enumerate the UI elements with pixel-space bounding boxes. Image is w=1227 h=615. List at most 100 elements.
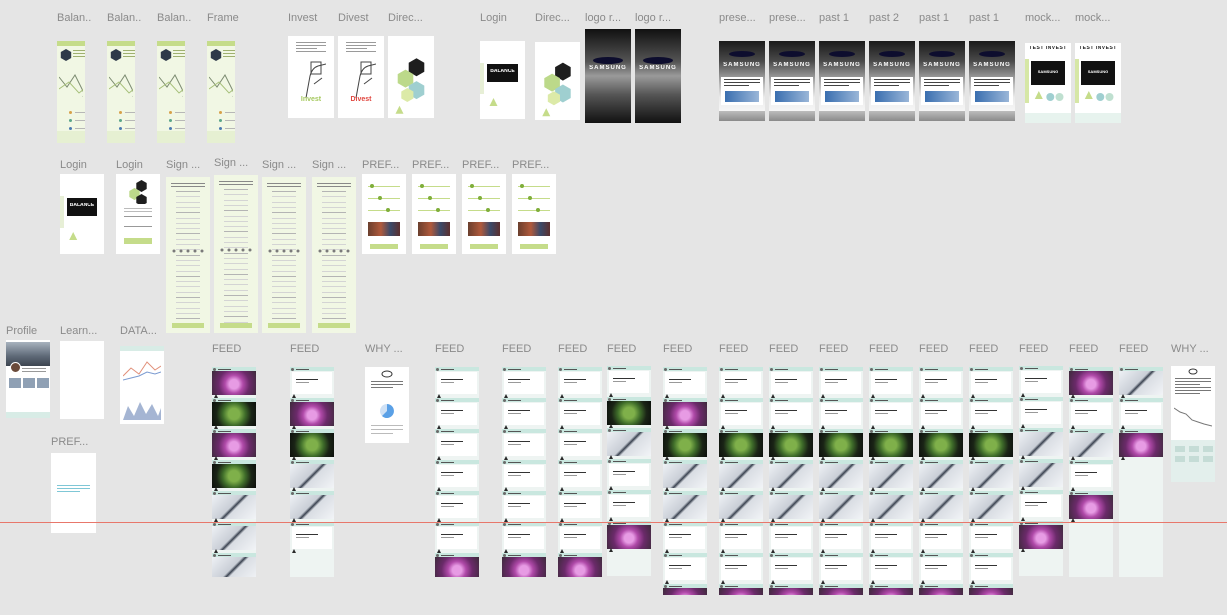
artboard-pref[interactable]: [462, 174, 506, 254]
frame-title[interactable]: prese...: [719, 12, 771, 24]
artboard-blank[interactable]: [60, 341, 104, 419]
artboard-why-chart[interactable]: [1171, 366, 1215, 482]
frame-title[interactable]: Direc...: [388, 12, 440, 24]
artboard-feed[interactable]: [719, 367, 763, 595]
artboard-feed[interactable]: [435, 367, 479, 577]
artboard-feed[interactable]: [769, 367, 813, 595]
frame-title[interactable]: PREF...: [512, 159, 562, 171]
frame-title[interactable]: Sign ...: [312, 159, 362, 171]
frame-title[interactable]: Sign ...: [214, 157, 264, 169]
frame-title[interactable]: Learn...: [60, 325, 110, 337]
artboard-profile[interactable]: [6, 340, 50, 418]
artboard-direction[interactable]: [535, 42, 580, 120]
artboard-feed[interactable]: [919, 367, 963, 595]
artboard-why[interactable]: [365, 367, 409, 443]
artboard-feed[interactable]: [663, 367, 707, 595]
frame-title[interactable]: Profile: [6, 325, 56, 337]
artboard-feed[interactable]: [212, 367, 256, 577]
frame-title[interactable]: WHY ...: [365, 343, 415, 355]
artboard-signup[interactable]: [262, 177, 306, 333]
frame-title[interactable]: PREF...: [51, 436, 102, 448]
frame-title[interactable]: FEED: [869, 343, 919, 355]
frame-title[interactable]: FEED: [719, 343, 769, 355]
frame-title[interactable]: Direc...: [535, 12, 586, 24]
artboard-signup[interactable]: [166, 177, 210, 333]
frame-title[interactable]: FEED: [819, 343, 869, 355]
frame-title[interactable]: Login: [480, 12, 531, 24]
artboard-pres[interactable]: SAMSUNG: [769, 41, 815, 121]
frame-title[interactable]: FEED: [1069, 343, 1119, 355]
artboard-feed[interactable]: [969, 367, 1013, 595]
frame-title[interactable]: FEED: [212, 343, 262, 355]
artboard-pres[interactable]: SAMSUNG: [869, 41, 915, 121]
frame-title[interactable]: WHY ...: [1171, 343, 1221, 355]
frame-title[interactable]: logo r...: [585, 12, 637, 24]
artboard-pres[interactable]: SAMSUNG: [719, 41, 765, 121]
frame-title[interactable]: FEED: [558, 343, 608, 355]
frame-title[interactable]: Divest: [338, 12, 390, 24]
frame-title[interactable]: past 2: [869, 12, 921, 24]
frame-title[interactable]: Sign ...: [166, 159, 216, 171]
artboard-pres[interactable]: SAMSUNG: [919, 41, 965, 121]
artboard-pref[interactable]: [412, 174, 456, 254]
artboard-feed[interactable]: [819, 367, 863, 595]
frame-title[interactable]: Balan...: [157, 12, 191, 24]
frame-title[interactable]: Balan...: [57, 12, 91, 24]
artboard-balance[interactable]: [157, 41, 185, 143]
artboard-balance[interactable]: [207, 41, 235, 143]
frame-title[interactable]: past 1: [819, 12, 871, 24]
frame-title[interactable]: Invest: [288, 12, 340, 24]
frame-title[interactable]: mock...: [1025, 12, 1077, 24]
frame-title[interactable]: FEED: [607, 343, 657, 355]
frame-title[interactable]: FEED: [1019, 343, 1069, 355]
frame-title[interactable]: past 1: [969, 12, 1021, 24]
frame-title[interactable]: FEED: [1119, 343, 1169, 355]
frame-title[interactable]: FEED: [919, 343, 969, 355]
artboard-feed[interactable]: [290, 367, 334, 577]
artboard-pres[interactable]: SAMSUNG: [969, 41, 1015, 121]
frame-title[interactable]: Frame: [207, 12, 241, 24]
frame-title[interactable]: DATA...: [120, 325, 170, 337]
artboard-mock[interactable]: TEST INVEST SAMSUNG: [1025, 43, 1071, 123]
frame-title[interactable]: FEED: [969, 343, 1019, 355]
artboard-pres[interactable]: SAMSUNG: [819, 41, 865, 121]
artboard-invest[interactable]: Invest: [288, 36, 334, 118]
artboard-login-form[interactable]: [116, 174, 160, 254]
frame-title[interactable]: FEED: [663, 343, 713, 355]
artboard-feed[interactable]: [1069, 367, 1113, 577]
artboard-invest[interactable]: Divest: [338, 36, 384, 118]
artboard-pref-small[interactable]: [51, 453, 96, 533]
artboard-signup[interactable]: [214, 175, 258, 333]
frame-title[interactable]: FEED: [290, 343, 340, 355]
frame-title[interactable]: prese...: [769, 12, 821, 24]
frame-title[interactable]: Balan...: [107, 12, 141, 24]
frame-title[interactable]: FEED: [435, 343, 485, 355]
frame-title[interactable]: PREF...: [412, 159, 462, 171]
frame-title[interactable]: Login: [60, 159, 110, 171]
frame-title[interactable]: mock...: [1075, 12, 1127, 24]
frame-title[interactable]: logo r...: [635, 12, 687, 24]
artboard-logo-grad[interactable]: SAMSUNG: [585, 29, 631, 123]
frame-title[interactable]: past 1: [919, 12, 971, 24]
artboard-data[interactable]: [120, 346, 164, 424]
frame-title[interactable]: Sign ...: [262, 159, 312, 171]
artboard-signup[interactable]: [312, 177, 356, 333]
frame-title[interactable]: PREF...: [462, 159, 512, 171]
artboard-balance[interactable]: [57, 41, 85, 143]
frame-title[interactable]: FEED: [769, 343, 819, 355]
artboard-mock[interactable]: TEST INVEST SAMSUNG: [1075, 43, 1121, 123]
artboard-balance[interactable]: [107, 41, 135, 143]
artboard-login-black[interactable]: BALANCE: [480, 41, 525, 119]
artboard-feed[interactable]: [558, 367, 602, 577]
artboard-feed[interactable]: [1019, 366, 1063, 576]
artboard-feed[interactable]: [1119, 367, 1163, 577]
artboard-pref[interactable]: [362, 174, 406, 254]
artboard-logo-grad[interactable]: SAMSUNG: [635, 29, 681, 123]
artboard-feed[interactable]: [502, 367, 546, 577]
artboard-feed[interactable]: [869, 367, 913, 595]
frame-title[interactable]: PREF...: [362, 159, 412, 171]
frame-title[interactable]: Login: [116, 159, 166, 171]
artboard-login-black[interactable]: BALANCE: [60, 174, 104, 254]
artboard-pref[interactable]: [512, 174, 556, 254]
artboard-direction[interactable]: [388, 36, 434, 118]
